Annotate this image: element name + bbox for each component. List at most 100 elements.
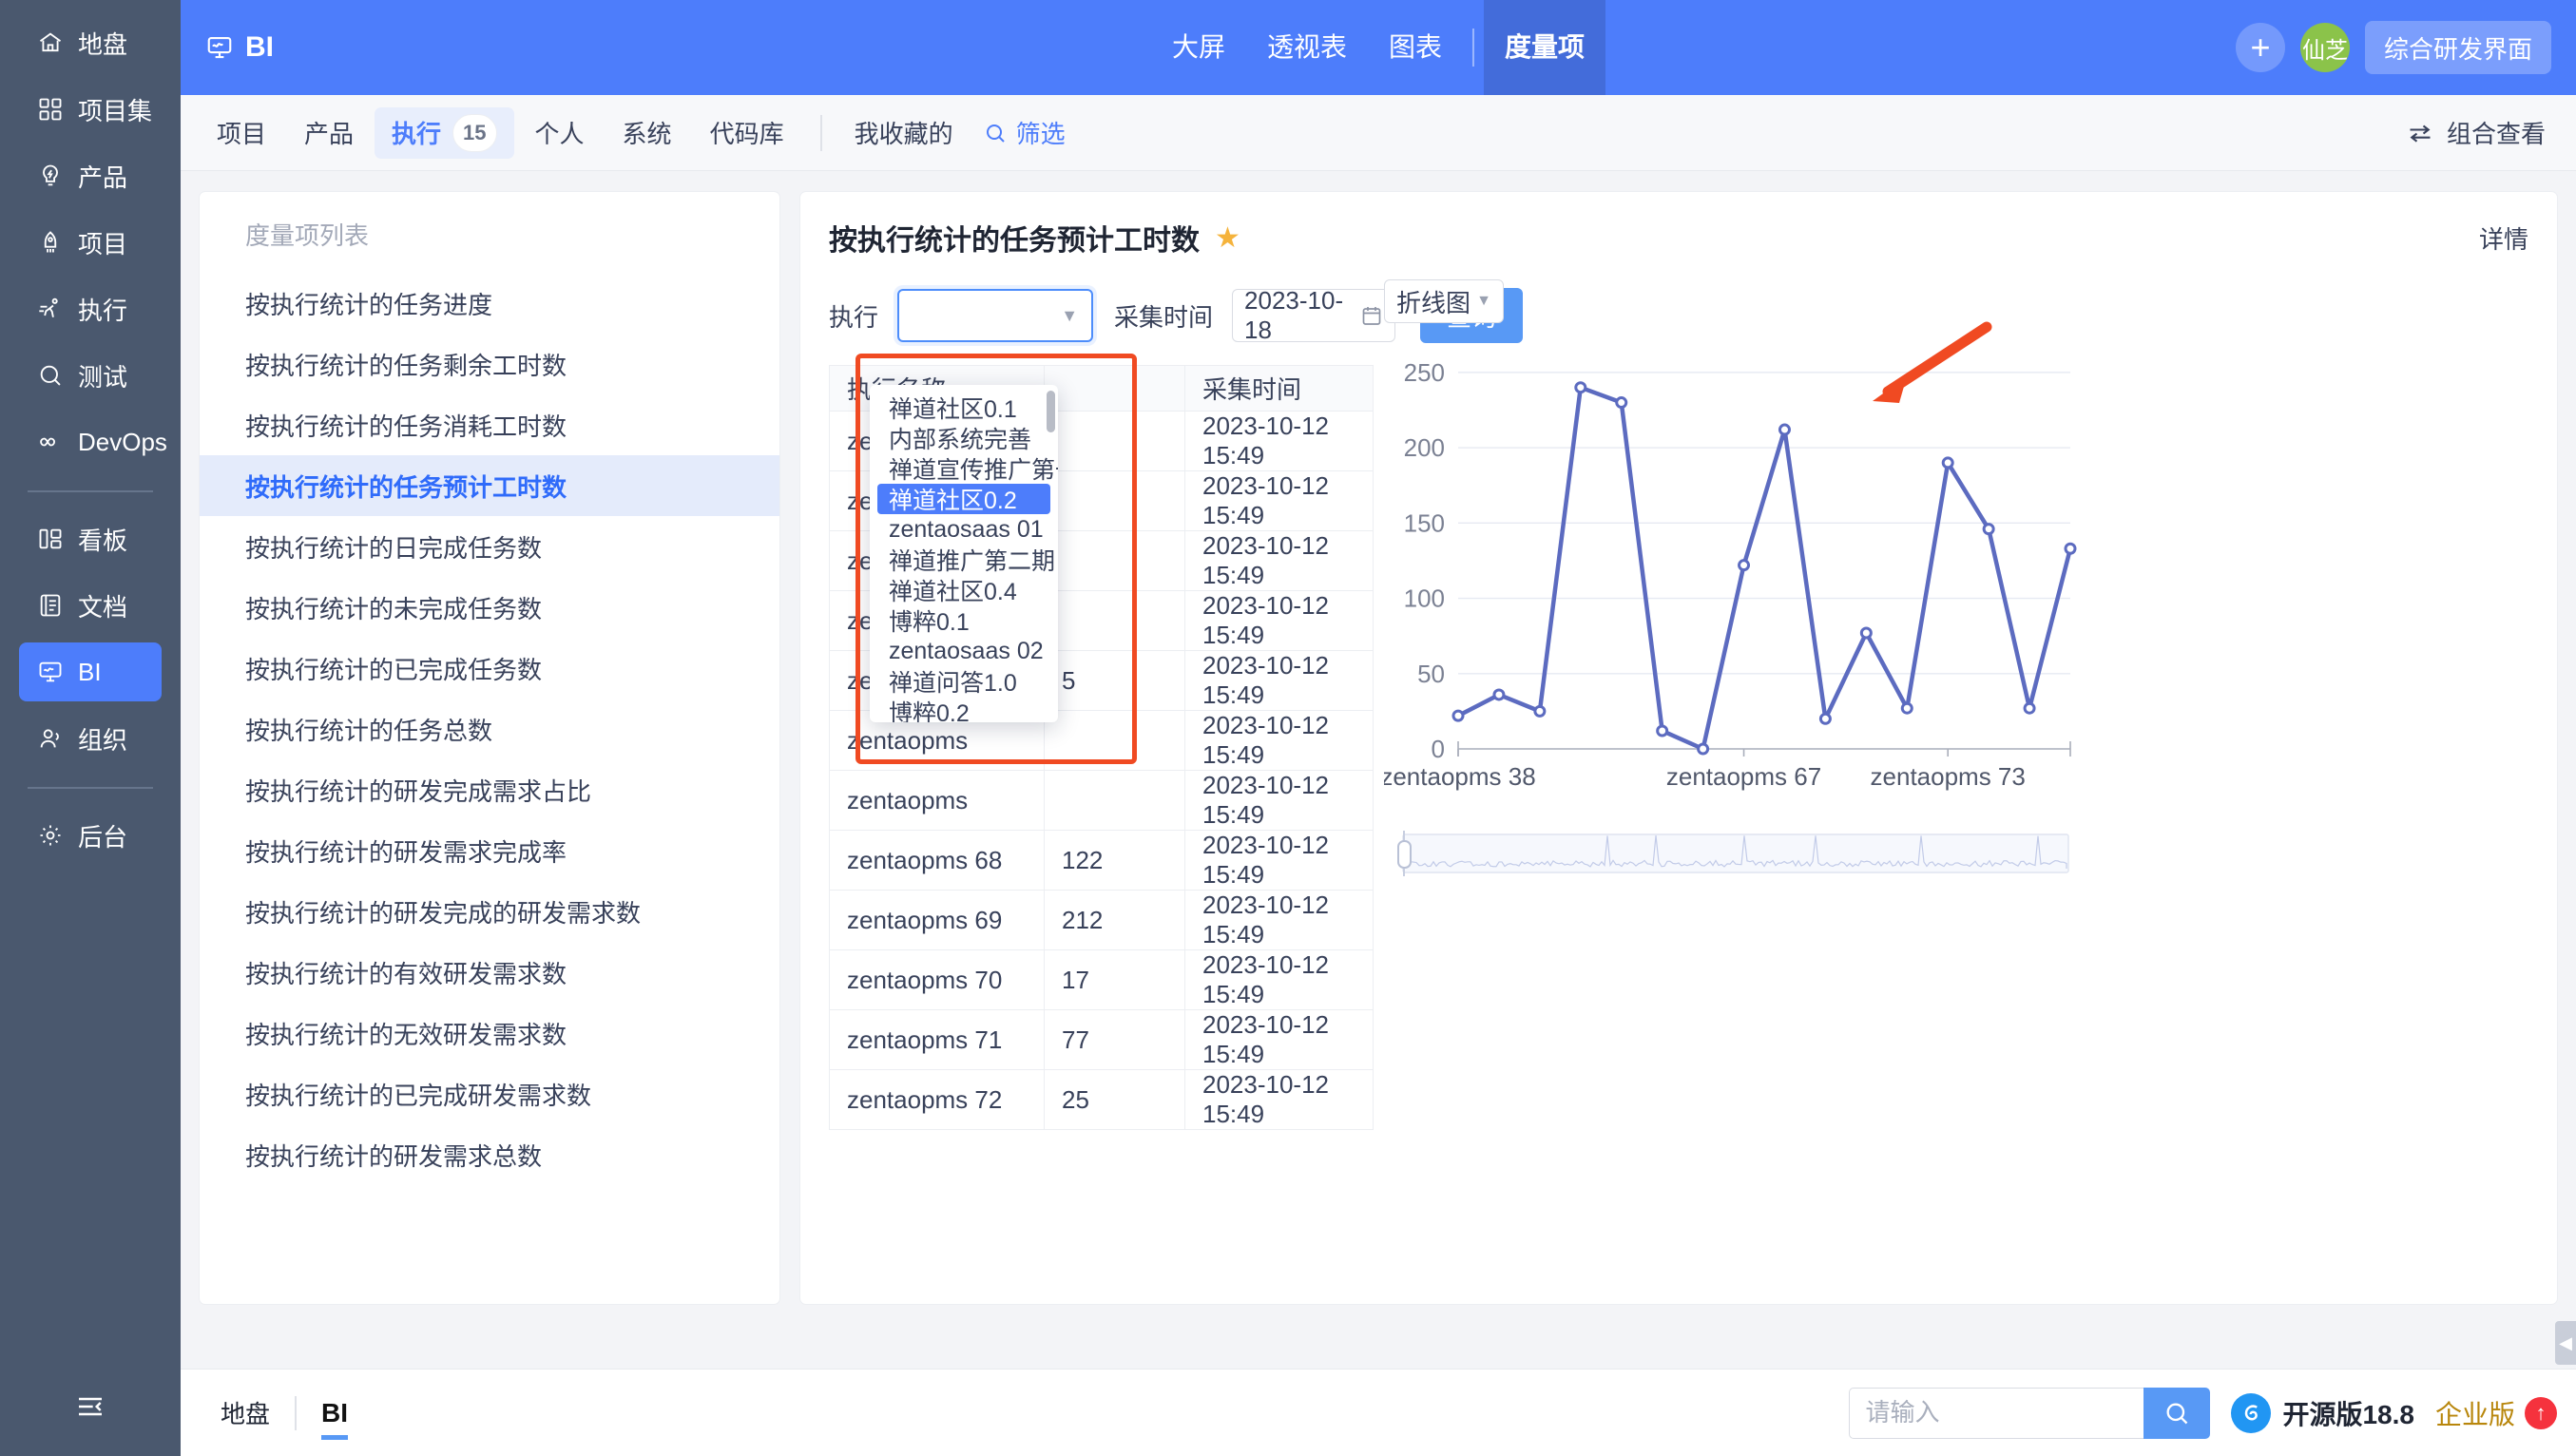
app-header: BI 大屏 透视表 图表 度量项 + 仙芝 综合研发界面 (181, 0, 2576, 95)
cell-value (1045, 711, 1185, 771)
sidebar-item-doc[interactable]: 文档 (19, 576, 162, 635)
nav-item-dapin[interactable]: 大屏 (1151, 0, 1246, 95)
swap-icon (2407, 123, 2433, 144)
metric-item[interactable]: 按执行统计的无效研发需求数 (200, 1003, 779, 1063)
tab-product[interactable]: 产品 (287, 107, 371, 159)
search-button[interactable] (2143, 1388, 2210, 1439)
tab-favorites[interactable]: 我收藏的 (837, 107, 971, 159)
search-input[interactable] (1849, 1388, 2143, 1439)
metric-item-selected[interactable]: 按执行统计的任务预计工时数 (200, 455, 779, 516)
status-link-dipan[interactable]: 地盘 (221, 1395, 270, 1430)
content-area: 度量项列表 按执行统计的任务进度 按执行统计的任务剩余工时数 按执行统计的任务消… (181, 171, 2576, 1369)
svg-text:zentaopms 38: zentaopms 38 (1384, 762, 1536, 791)
edge-collapse-handle[interactable]: ◀ (2555, 1321, 2576, 1365)
chart-svg: 050100150200250zentaopms 38zentaopms 67z… (1384, 348, 2087, 804)
app-brand[interactable]: BI (205, 31, 274, 64)
cell-time: 2023-10-12 15:49 (1185, 950, 1374, 1010)
dropdown-option[interactable]: 博粹0.2 (877, 697, 1050, 722)
sidebar-item-kanban[interactable]: 看板 (19, 509, 162, 568)
brush-svg[interactable] (1395, 829, 2072, 878)
cell-time: 2023-10-12 15:49 (1185, 531, 1374, 591)
sidebar-item-program[interactable]: 项目集 (19, 80, 162, 139)
metric-item[interactable]: 按执行统计的任务进度 (200, 273, 779, 334)
dropdown-option[interactable]: 博粹0.1 (877, 605, 1050, 636)
metric-item[interactable]: 按执行统计的任务剩余工时数 (200, 334, 779, 394)
tab-project[interactable]: 项目 (200, 107, 283, 159)
collect-date-input[interactable]: 2023-10-18 (1232, 289, 1395, 342)
nav-item-chart[interactable]: 图表 (1368, 0, 1463, 95)
metric-item[interactable]: 按执行统计的研发完成的研发需求数 (200, 881, 779, 942)
status-right: 开源版18.8 企业版 ↑ (1849, 1388, 2557, 1439)
table-row[interactable]: zentaopms 70172023-10-12 15:49 (830, 950, 1374, 1010)
nav-item-metric[interactable]: 度量项 (1484, 0, 1605, 95)
execution-filter-label: 执行 (829, 298, 878, 334)
sidebar-item-test[interactable]: 测试 (19, 346, 162, 405)
sidebar-item-bi[interactable]: BI (19, 642, 162, 701)
dropdown-option[interactable]: 内部系统完善 (877, 423, 1050, 453)
combo-view-button[interactable]: 组合查看 (2407, 115, 2546, 150)
table-row[interactable]: zentaopms 72252023-10-12 15:49 (830, 1070, 1374, 1130)
star-icon[interactable]: ★ (1215, 221, 1240, 255)
table-row[interactable]: zentaopms 71772023-10-12 15:49 (830, 1010, 1374, 1070)
metric-item[interactable]: 按执行统计的任务总数 (200, 699, 779, 759)
dropdown-option-selected[interactable]: 禅道社区0.2 (877, 484, 1050, 514)
add-button[interactable]: + (2236, 23, 2285, 72)
execution-select[interactable]: ▼ (897, 289, 1093, 342)
dropdown-option[interactable]: zentaosaas 02 (877, 636, 1050, 666)
infinity-icon (36, 428, 65, 456)
collapse-sidebar-button[interactable] (62, 1382, 119, 1431)
nav-item-pivot[interactable]: 透视表 (1246, 0, 1368, 95)
tab-personal[interactable]: 个人 (518, 107, 602, 159)
sidebar-item-dipan[interactable]: 地盘 (19, 13, 162, 72)
table-row[interactable]: zentaopms2023-10-12 15:49 (830, 771, 1374, 831)
dropdown-option[interactable]: 禅道社区0.1 (877, 393, 1050, 423)
metric-item[interactable]: 按执行统计的有效研发需求数 (200, 942, 779, 1003)
execution-dropdown[interactable]: 禅道社区0.1 内部系统完善 禅道宣传推广第一期 禅道社区0.2 zentaos… (870, 385, 1058, 722)
metric-item[interactable]: 按执行统计的研发需求总数 (200, 1124, 779, 1185)
metric-item[interactable]: 按执行统计的已完成任务数 (200, 638, 779, 699)
version-label: 开源版18.8 (2282, 1394, 2414, 1432)
sidebar-item-devops[interactable]: DevOps (19, 412, 162, 471)
chart-brush[interactable] (1395, 829, 2072, 878)
cell-value: 122 (1045, 831, 1185, 891)
metric-item[interactable]: 按执行统计的已完成研发需求数 (200, 1063, 779, 1124)
tab-system[interactable]: 系统 (606, 107, 689, 159)
dropdown-option[interactable]: 禅道宣传推广第一期 (877, 453, 1050, 484)
env-switch-button[interactable]: 综合研发界面 (2365, 21, 2551, 74)
cell-name: zentaopms 68 (830, 831, 1045, 891)
chart-type-select[interactable]: 折线图 ▼ (1384, 279, 1504, 323)
metric-item[interactable]: 按执行统计的研发需求完成率 (200, 820, 779, 881)
filter-button[interactable]: 筛选 (974, 115, 1075, 150)
cell-time: 2023-10-12 15:49 (1185, 591, 1374, 651)
sidebar-item-admin[interactable]: 后台 (19, 806, 162, 865)
dropdown-scrollbar[interactable] (1047, 391, 1055, 432)
dropdown-option[interactable]: 禅道问答1.0 (877, 666, 1050, 697)
dropdown-option[interactable]: 禅道推广第二期 (877, 545, 1050, 575)
dropdown-option[interactable]: 禅道社区0.4 (877, 575, 1050, 605)
cell-time: 2023-10-12 15:49 (1185, 651, 1374, 711)
metric-item[interactable]: 按执行统计的未完成任务数 (200, 577, 779, 638)
sidebar-item-project[interactable]: 项目 (19, 213, 162, 272)
enterprise-upgrade[interactable]: 企业版 ↑ (2435, 1394, 2557, 1432)
status-link-bi[interactable]: BI (321, 1398, 348, 1428)
tab-execution[interactable]: 执行 15 (375, 107, 514, 159)
dropdown-option[interactable]: zentaosaas 01 (877, 514, 1050, 545)
column-header-value[interactable] (1045, 366, 1185, 412)
table-row[interactable]: zentaopms 681222023-10-12 15:49 (830, 831, 1374, 891)
cell-value (1045, 471, 1185, 531)
table-row[interactable]: zentaopms 692122023-10-12 15:49 (830, 891, 1374, 950)
avatar[interactable]: 仙芝 (2300, 23, 2350, 72)
svg-text:150: 150 (1404, 508, 1445, 537)
svg-text:zentaopms 73: zentaopms 73 (1871, 762, 2026, 791)
grid-icon (36, 95, 65, 124)
sidebar-item-product[interactable]: 产品 (19, 146, 162, 205)
sidebar-item-org[interactable]: 组织 (19, 709, 162, 768)
metric-item[interactable]: 按执行统计的任务消耗工时数 (200, 394, 779, 455)
tab-repo[interactable]: 代码库 (693, 107, 801, 159)
sidebar-item-execution[interactable]: 执行 (19, 279, 162, 338)
metric-item[interactable]: 按执行统计的研发完成需求占比 (200, 759, 779, 820)
column-header-time[interactable]: 采集时间 (1185, 366, 1374, 412)
detail-link[interactable]: 详情 (2479, 220, 2528, 256)
primary-sidebar: 地盘 项目集 产品 项目 执行 测试 DevOps 看板 (0, 0, 181, 1456)
metric-item[interactable]: 按执行统计的日完成任务数 (200, 516, 779, 577)
